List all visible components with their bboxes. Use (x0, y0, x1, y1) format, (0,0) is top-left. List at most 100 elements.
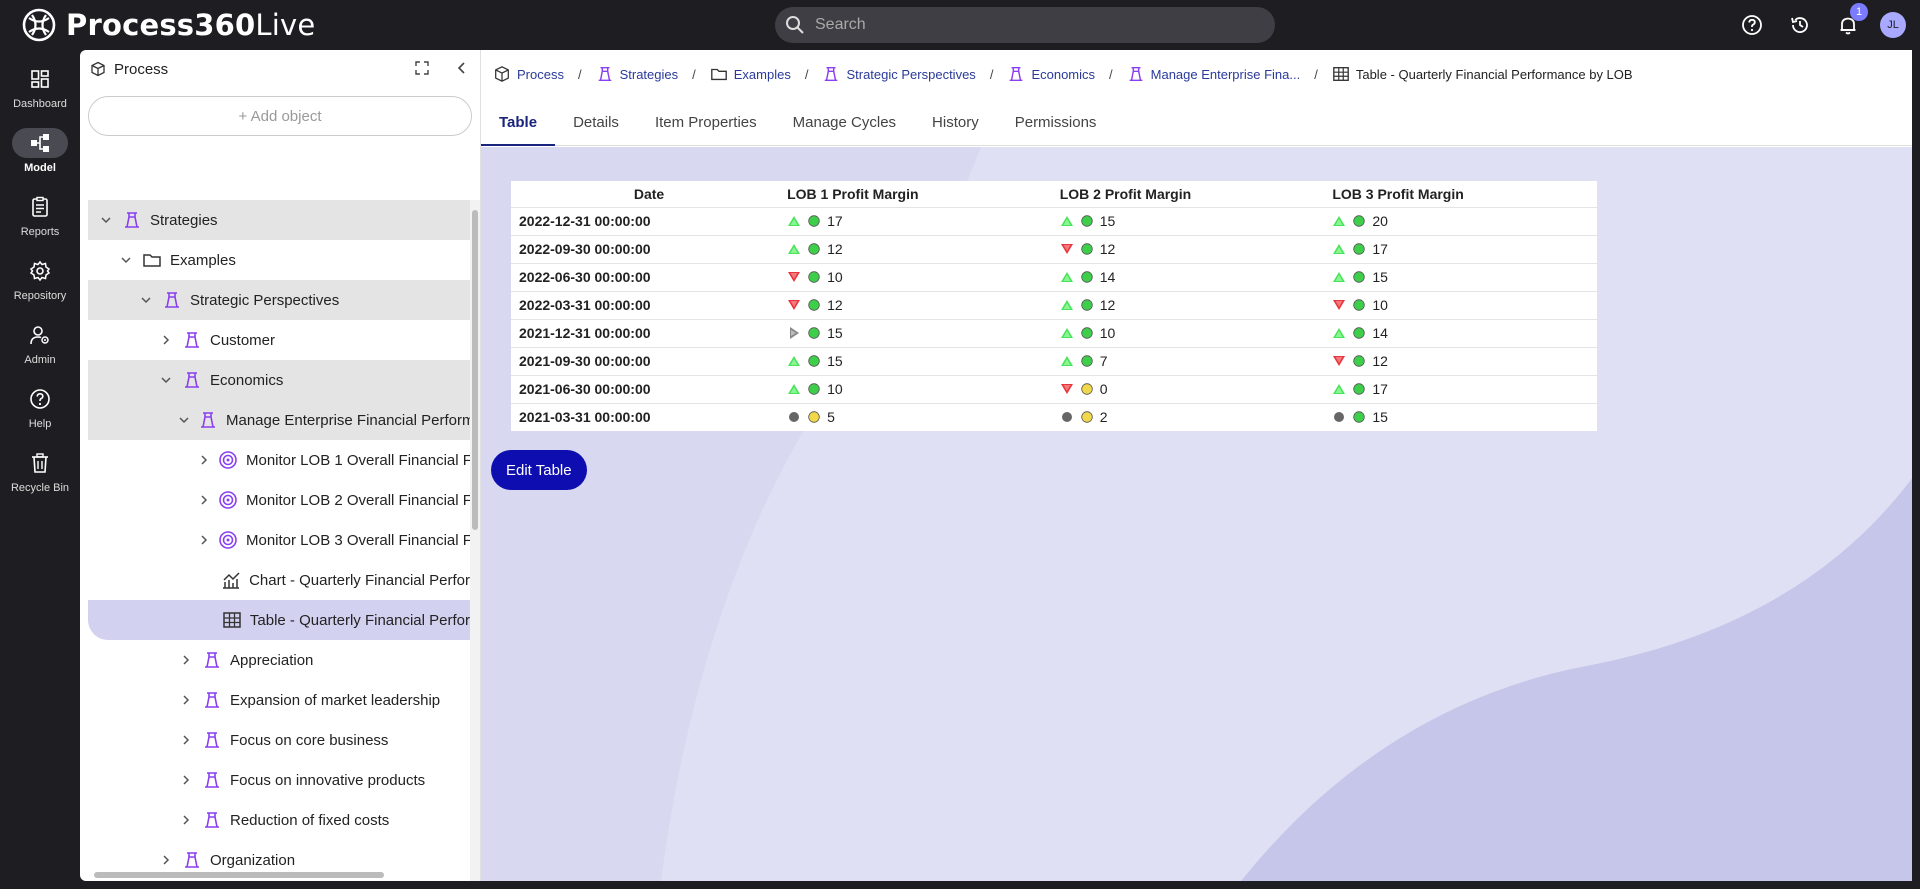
tab-item-properties[interactable]: Item Properties (637, 114, 775, 145)
table-row[interactable]: 2021-12-31 00:00:00 15 10 14 (511, 318, 1597, 347)
breadcrumb-separator: / (577, 66, 582, 82)
tab-table[interactable]: Table (481, 114, 556, 146)
nav-repository[interactable]: Repository (0, 242, 80, 306)
cell-value: 15 (1372, 409, 1388, 426)
table-view: Date LOB 1 Profit Margin LOB 2 Profit Ma… (481, 147, 1912, 881)
tree-item[interactable]: Partners (88, 880, 470, 881)
chevron-down-icon[interactable] (178, 412, 190, 428)
tree-horizontal-scrollbar[interactable] (88, 871, 470, 879)
tree-item[interactable]: Focus on core business (88, 720, 470, 760)
cell-value: 15 (1372, 269, 1388, 285)
chevron-right-icon[interactable] (198, 452, 210, 468)
chevron-right-icon[interactable] (178, 652, 194, 668)
chevron-right-icon[interactable] (198, 492, 210, 508)
tree-item[interactable]: Reduction of fixed costs (88, 800, 470, 840)
tree-item[interactable]: Strategic Perspectives (88, 280, 470, 320)
search-input[interactable] (815, 16, 1255, 34)
tree-item[interactable]: Customer (88, 320, 470, 360)
table-row[interactable]: 2022-12-31 00:00:00 17 15 20 (511, 206, 1597, 235)
tree-item[interactable]: Monitor LOB 1 Overall Financial F (88, 440, 470, 480)
table-row[interactable]: 2021-03-31 00:00:00 5 2 15 (511, 402, 1597, 431)
chevron-right-icon[interactable] (178, 692, 194, 708)
tree-item[interactable]: Examples (88, 240, 470, 280)
avatar[interactable]: JL (1880, 12, 1906, 38)
tree-vertical-scrollbar[interactable] (470, 200, 480, 881)
status-green-icon (1352, 270, 1366, 284)
tree-item[interactable]: Chart - Quarterly Financial Perfor (88, 560, 470, 600)
breadcrumb-item[interactable]: Process (493, 65, 564, 83)
tab-history[interactable]: History (914, 114, 997, 145)
tree-item[interactable]: Appreciation (88, 640, 470, 680)
tree-item[interactable]: Table - Quarterly Financial Perfor (88, 600, 470, 640)
profit-margin-cell: 10 (779, 374, 1052, 403)
add-object-button[interactable]: + Add object (88, 96, 472, 136)
chevron-right-icon[interactable] (178, 772, 194, 788)
chevron-right-icon[interactable] (198, 532, 210, 548)
nav-help[interactable]: Help (0, 370, 80, 434)
breadcrumb-item[interactable]: Manage Enterprise Fina... (1127, 65, 1300, 83)
profit-margin-cell: 14 (1324, 318, 1597, 347)
chevron-down-icon[interactable] (118, 252, 134, 268)
breadcrumb-item[interactable]: Examples (710, 65, 791, 83)
breadcrumb-item[interactable]: Strategic Perspectives (822, 65, 976, 83)
column-header-lob2[interactable]: LOB 2 Profit Margin (1052, 181, 1325, 207)
breadcrumb-item[interactable]: Strategies (596, 65, 678, 83)
column-header-date[interactable]: Date (511, 181, 779, 207)
nav-dashboard[interactable]: Dashboard (0, 50, 80, 114)
trend-up-icon (1060, 326, 1074, 340)
nav-admin[interactable]: Admin (0, 306, 80, 370)
tree-item-label: Focus on innovative products (230, 771, 426, 789)
tree-item[interactable]: Manage Enterprise Financial Perform (88, 400, 470, 440)
tab-manage-cycles[interactable]: Manage Cycles (775, 114, 914, 145)
left-nav: Dashboard Model Reports Repository Admin… (0, 50, 80, 889)
chevron-down-icon[interactable] (138, 292, 154, 308)
help-button[interactable] (1728, 0, 1776, 50)
cell-value: 12 (827, 241, 843, 257)
tab-details[interactable]: Details (555, 114, 637, 145)
nav-model[interactable]: Model (0, 114, 80, 178)
tree-item[interactable]: Monitor LOB 3 Overall Financial F (88, 520, 470, 560)
breadcrumb: Process / Strategies / Examples / Strategic Pe… (481, 50, 1912, 98)
table-row[interactable]: 2022-09-30 00:00:00 12 12 17 (511, 234, 1597, 263)
expand-icon[interactable] (414, 60, 430, 76)
column-header-lob3[interactable]: LOB 3 Profit Margin (1324, 181, 1597, 207)
chevron-down-icon[interactable] (98, 212, 114, 228)
tree-item[interactable]: Focus on innovative products (88, 760, 470, 800)
chevron-down-icon[interactable] (158, 372, 174, 388)
tab-permissions[interactable]: Permissions (997, 114, 1115, 145)
app-title: Process360Live (66, 8, 316, 42)
nav-recycle-bin[interactable]: Recycle Bin (0, 434, 80, 498)
chevron-right-icon[interactable] (158, 852, 174, 868)
tree-item[interactable]: Expansion of market leadership (88, 680, 470, 720)
table-row[interactable]: 2021-09-30 00:00:00 15 7 12 (511, 346, 1597, 375)
cell-value: 20 (1372, 213, 1388, 229)
table-row[interactable]: 2021-06-30 00:00:00 10 0 17 (511, 374, 1597, 403)
table-row[interactable]: 2022-03-31 00:00:00 12 12 10 (511, 290, 1597, 319)
edit-table-button[interactable]: Edit Table (491, 450, 587, 490)
status-green-icon (807, 298, 821, 312)
nav-label: Reports (20, 226, 60, 238)
nav-reports[interactable]: Reports (0, 178, 80, 242)
chevron-right-icon[interactable] (158, 332, 174, 348)
cell-value: 10 (1099, 325, 1116, 341)
status-green-icon (1080, 242, 1094, 256)
cell-value: 17 (1372, 241, 1388, 257)
tree-item-label: Table - Quarterly Financial Perfor (249, 611, 470, 629)
notifications-button[interactable]: 1 (1824, 0, 1872, 50)
search-bar[interactable] (775, 7, 1275, 43)
history-button[interactable] (1776, 0, 1824, 50)
tree-item[interactable]: Strategies (88, 200, 470, 240)
breadcrumb-item[interactable]: Economics (1007, 65, 1095, 83)
chevron-right-icon[interactable] (178, 812, 194, 828)
column-header-lob1[interactable]: LOB 1 Profit Margin (779, 181, 1052, 207)
table-row[interactable]: 2022-06-30 00:00:00 10 14 15 (511, 262, 1597, 291)
chevron-right-icon[interactable] (178, 732, 194, 748)
status-yellow-icon (1080, 382, 1094, 396)
breadcrumb-separator: / (804, 66, 809, 82)
collapse-panel-icon[interactable] (454, 60, 470, 76)
tree-item[interactable]: Economics (88, 360, 470, 400)
status-green-icon (1080, 270, 1094, 284)
app-logo[interactable]: Process360Live (22, 8, 315, 42)
tree-item[interactable]: Monitor LOB 2 Overall Financial F (88, 480, 470, 520)
